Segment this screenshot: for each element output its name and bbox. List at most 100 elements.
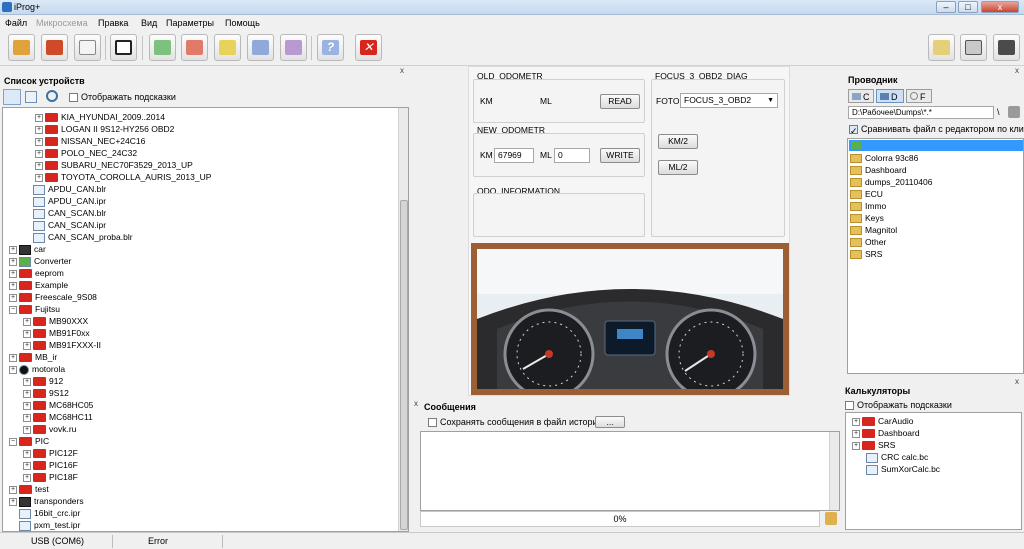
explorer-folder-item[interactable]: Other — [850, 236, 886, 248]
expand-toggle-icon[interactable]: + — [852, 417, 860, 426]
tree-item[interactable]: + MC68HC05 — [23, 399, 93, 411]
tree-item[interactable]: + Example — [9, 279, 68, 291]
expand-toggle-icon[interactable]: + — [23, 389, 31, 398]
new-ml-input[interactable]: 0 — [554, 148, 590, 163]
messages-close[interactable]: x — [414, 399, 418, 408]
tree-item[interactable]: +16bit_crc.ipr — [9, 507, 80, 519]
expand-toggle-icon[interactable]: + — [852, 441, 860, 450]
tree-item[interactable]: +CAN_SCAN.blr — [23, 207, 106, 219]
maximize-button[interactable]: □ — [958, 1, 978, 13]
tree-item[interactable]: + PIC18F — [23, 471, 78, 483]
calc-hints-toggle[interactable]: Отображать подсказки — [845, 400, 952, 411]
explorer-folder-item[interactable]: SRS — [850, 248, 882, 260]
verify-button[interactable] — [214, 34, 241, 61]
device-panel-close[interactable]: x — [400, 66, 404, 75]
expand-toggle-icon[interactable]: + — [35, 149, 43, 158]
save-button[interactable] — [41, 34, 68, 61]
erase-button[interactable] — [280, 34, 307, 61]
calculators-tree[interactable]: + CarAudio + Dashboard + SRS CRC calc.bc SumXor… — [845, 412, 1022, 530]
minimize-button[interactable]: – — [936, 1, 956, 13]
menu-file[interactable]: Файл — [5, 18, 27, 28]
tree-item[interactable]: +APDU_CAN.blr — [23, 183, 106, 195]
read-button[interactable] — [149, 34, 176, 61]
calculator-item[interactable]: CRC calc.bc — [866, 451, 928, 463]
tree-item[interactable]: + TOYOTA_COROLLA_AURIS_2013_UP — [35, 171, 211, 183]
drive-c-button[interactable]: C — [848, 89, 874, 103]
expand-toggle-icon[interactable]: + — [852, 429, 860, 438]
expand-toggle-icon[interactable]: + — [23, 341, 31, 350]
tree-item[interactable]: +912 — [23, 375, 63, 387]
chip-button[interactable] — [110, 34, 137, 61]
scrollbar-thumb[interactable] — [400, 200, 408, 530]
expand-toggle-icon[interactable]: + — [23, 449, 31, 458]
write-odometer-button[interactable]: WRITE — [600, 148, 640, 163]
tree-view-button[interactable] — [3, 89, 21, 105]
tree-item[interactable]: +pxm_test.ipr — [9, 519, 80, 531]
calculator-item[interactable]: + Dashboard — [852, 427, 920, 439]
tree-item[interactable]: + eeprom — [9, 267, 64, 279]
tree-item[interactable]: + KIA_HYUNDAI_2009..2014 — [35, 111, 165, 123]
new-button[interactable] — [74, 34, 101, 61]
calculators-close[interactable]: x — [1015, 377, 1019, 386]
device-tree[interactable]: + KIA_HYUNDAI_2009..2014 + LOGAN II 9S12-HY… — [2, 107, 409, 532]
expand-toggle-icon[interactable]: + — [9, 245, 17, 254]
expand-toggle-icon[interactable]: + — [9, 485, 17, 494]
explorer-folder-item[interactable]: Keys — [850, 212, 884, 224]
menu-chip[interactable]: Микросхема — [36, 18, 88, 28]
menu-edit[interactable]: Правка — [98, 18, 128, 28]
tree-item[interactable]: + motorola — [9, 363, 65, 375]
tree-item[interactable]: +9S12 — [23, 387, 69, 399]
compare-checkbox[interactable]: ✓ — [849, 125, 858, 135]
expand-toggle-icon[interactable]: + — [9, 497, 17, 506]
menu-help[interactable]: Помощь — [225, 18, 260, 28]
expand-toggle-icon[interactable]: + — [35, 125, 43, 134]
calculator-item[interactable]: + CarAudio — [852, 415, 913, 427]
tree-item[interactable]: + MB_ir — [9, 351, 57, 363]
tree-item[interactable]: + Freescale_9S08 — [9, 291, 97, 303]
expand-toggle-icon[interactable]: + — [9, 365, 17, 374]
tree-item[interactable]: + MC68HC11 — [23, 411, 93, 423]
messages-scrollbar[interactable] — [829, 432, 839, 510]
expand-toggle-icon[interactable]: + — [23, 461, 31, 470]
tree-item[interactable]: +CAN_SCAN_proba.blr — [23, 231, 133, 243]
expand-toggle-icon[interactable]: + — [23, 329, 31, 338]
expand-toggle-icon[interactable]: + — [23, 317, 31, 326]
expand-toggle-icon[interactable]: + — [23, 473, 31, 482]
new-km-input[interactable]: 67969 — [494, 148, 534, 163]
expand-toggle-icon[interactable]: + — [23, 413, 31, 422]
tree-item[interactable]: + PIC16F — [23, 459, 78, 471]
explorer-path-input[interactable]: D:\Рабочее\Dumps\*.* — [848, 106, 994, 119]
settings-button[interactable] — [993, 34, 1020, 61]
editor-button[interactable] — [928, 34, 955, 61]
tree-item[interactable]: + MB91F0xx — [23, 327, 90, 339]
help-button[interactable]: ? — [317, 34, 344, 61]
explorer-folder-item[interactable]: Dashboard — [850, 164, 907, 176]
calculator-item[interactable]: + SRS — [852, 439, 895, 451]
device-hints-checkbox[interactable] — [69, 93, 78, 103]
search-icon[interactable] — [46, 90, 58, 102]
explorer-selected-row[interactable] — [849, 140, 1023, 151]
expand-toggle-icon[interactable]: + — [9, 257, 17, 266]
expand-toggle-icon[interactable]: + — [9, 293, 17, 302]
expand-toggle-icon[interactable]: + — [23, 377, 31, 386]
compare-button[interactable] — [247, 34, 274, 61]
tree-item[interactable]: + LOGAN II 9S12-HY256 OBD2 — [35, 123, 174, 135]
broom-icon[interactable] — [825, 512, 837, 525]
tree-item[interactable]: + test — [9, 483, 49, 495]
tools-icon[interactable] — [1008, 106, 1020, 118]
expand-toggle-icon[interactable]: + — [23, 401, 31, 410]
drive-d-button[interactable]: D — [876, 89, 904, 103]
stop-button[interactable]: ✕ — [355, 34, 382, 61]
ml-half-button[interactable]: ML/2 — [658, 160, 698, 175]
write-button[interactable] — [181, 34, 208, 61]
explorer-folder-item[interactable]: dumps_20110406 — [850, 176, 932, 188]
close-button[interactable]: x — [981, 1, 1019, 13]
explorer-folder-item[interactable]: ECU — [850, 188, 883, 200]
tree-item[interactable]: + MB90XXX — [23, 315, 88, 327]
calculator-button[interactable] — [960, 34, 987, 61]
list-view-icon[interactable] — [25, 91, 37, 103]
explorer-list[interactable]: Colorra 93c86 Dashboard dumps_20110406 ECU I… — [847, 138, 1024, 374]
foto-select[interactable]: FOCUS_3_OBD2 ▼ — [680, 93, 778, 108]
drive-f-button[interactable]: F — [906, 89, 932, 103]
device-tree-scrollbar[interactable] — [398, 108, 408, 531]
